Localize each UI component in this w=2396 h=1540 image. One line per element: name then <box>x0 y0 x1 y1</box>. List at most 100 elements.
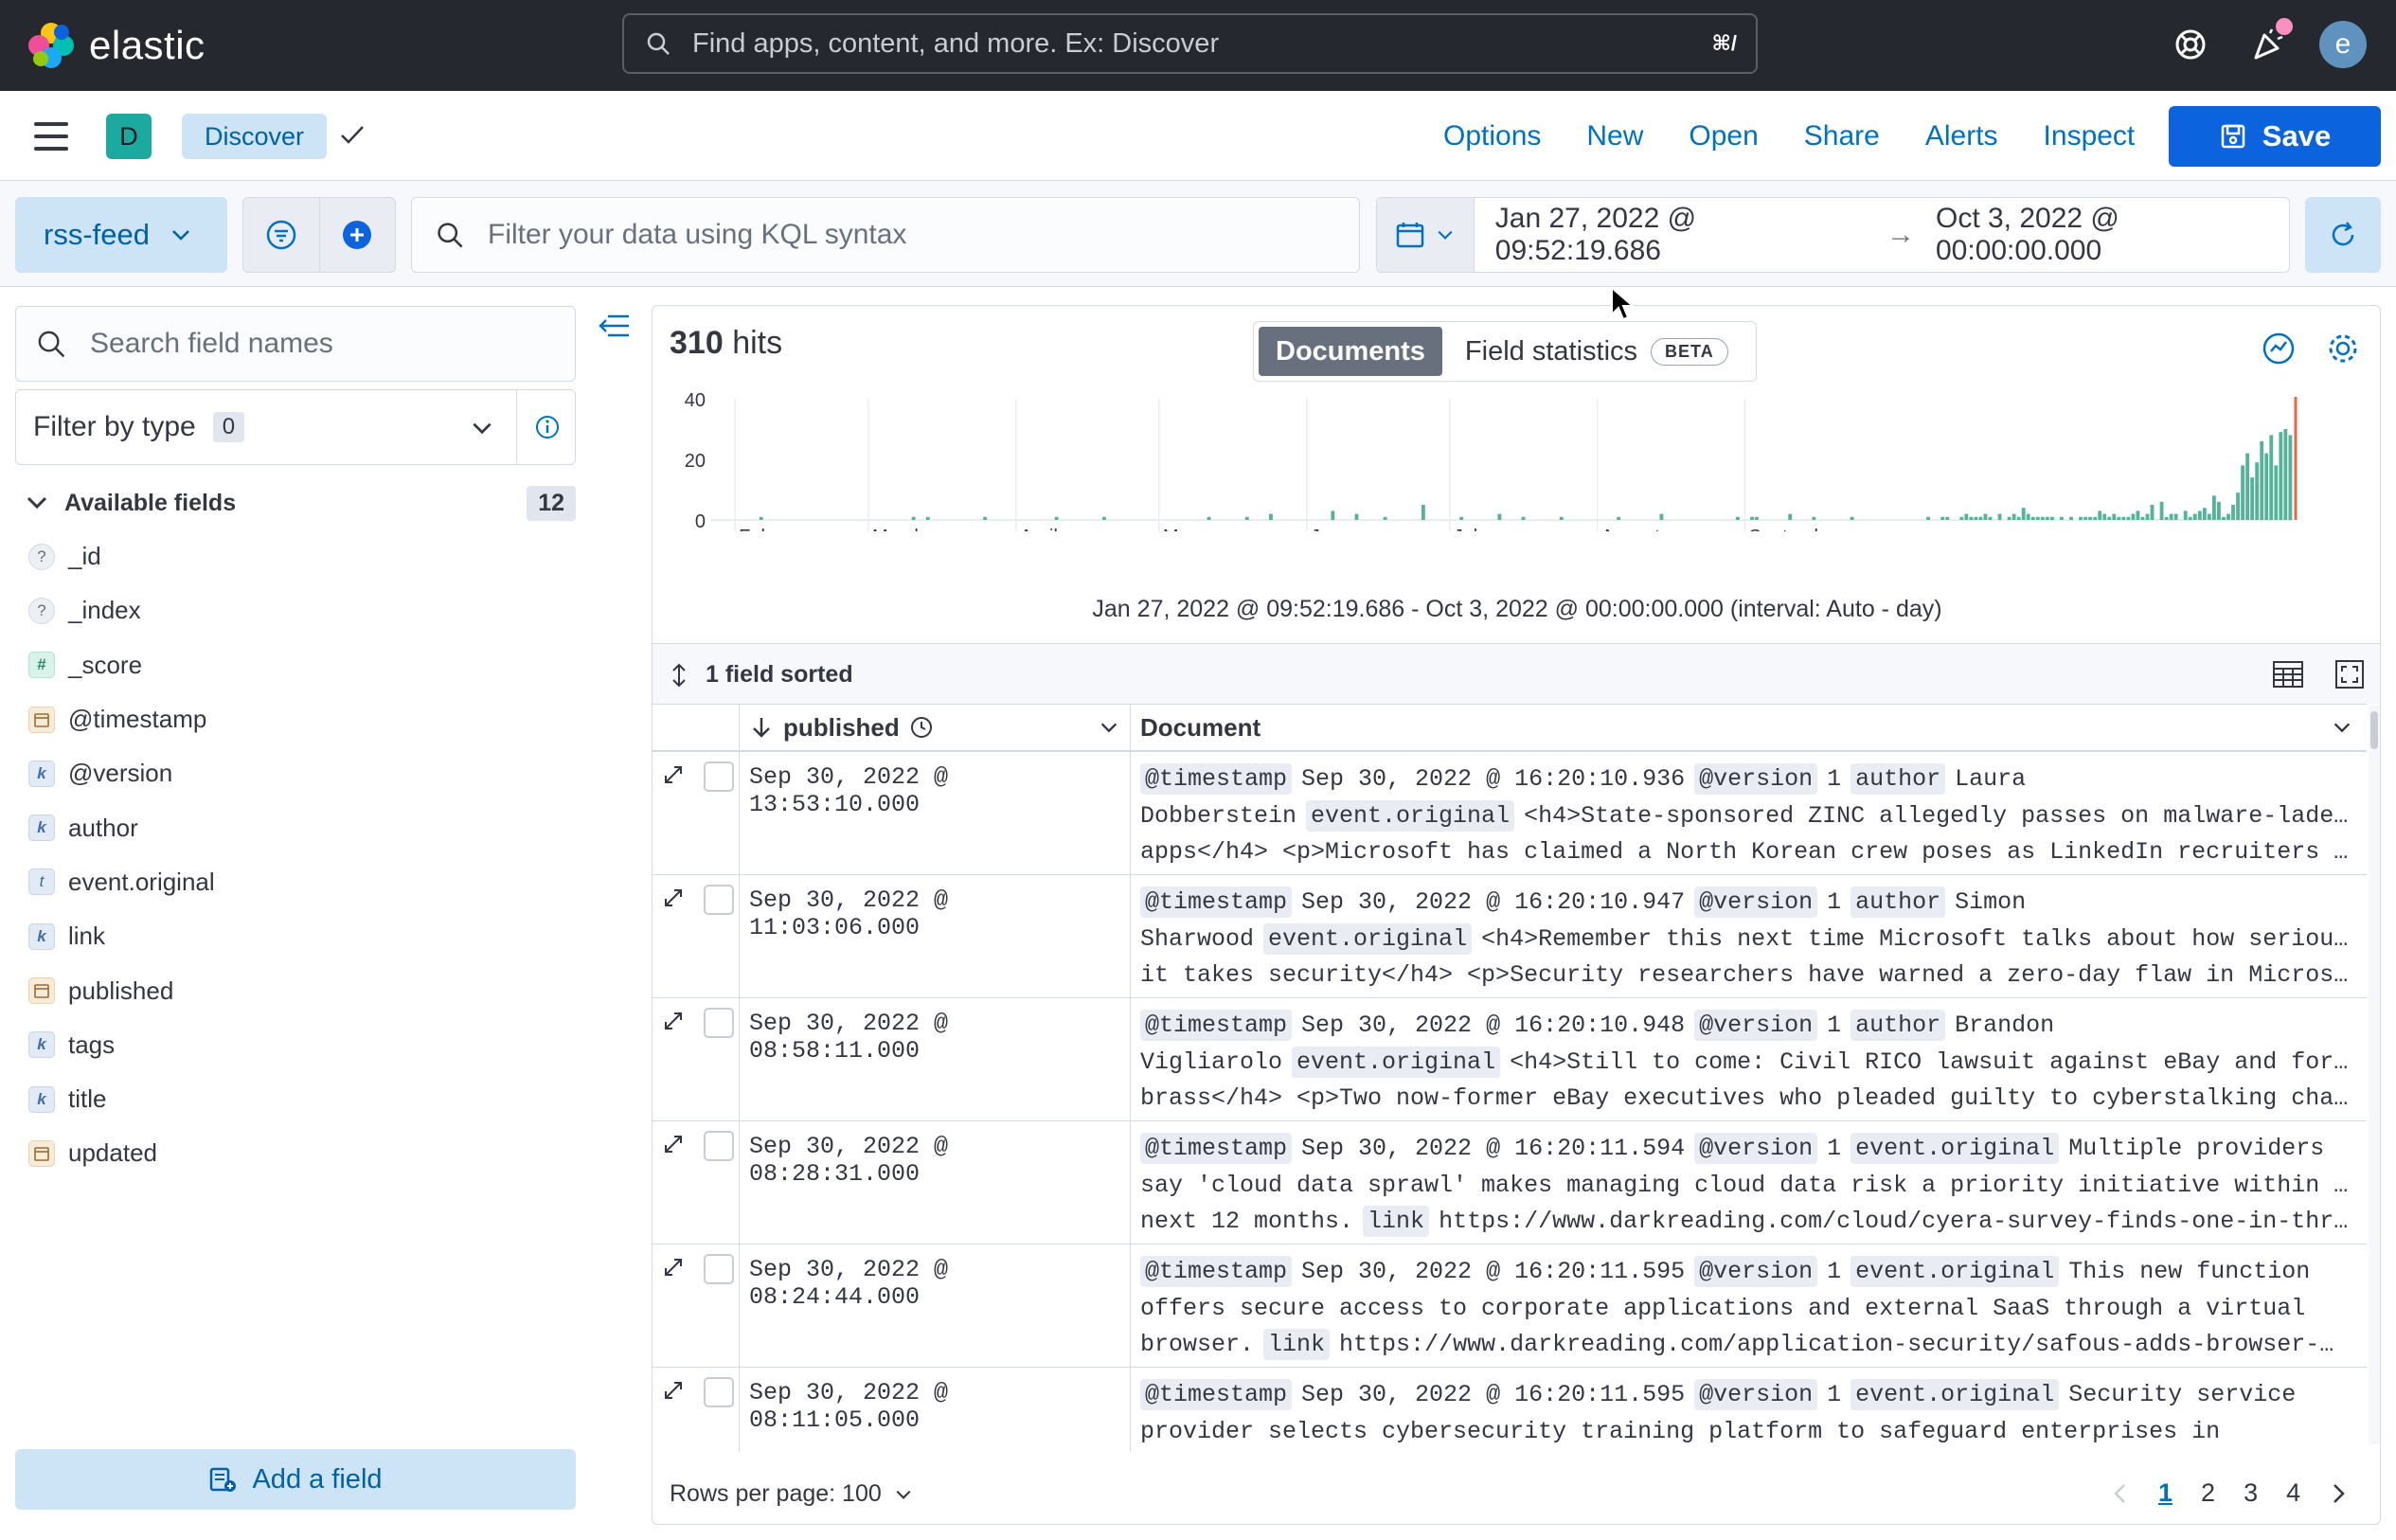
table-row[interactable]: Sep 30, 2022 @ 08:28:31.000 @timestamp Sep… <box>653 1121 2367 1245</box>
field-item[interactable]: @timestamp <box>28 692 559 746</box>
data-view-picker[interactable]: rss-feed <box>15 197 227 273</box>
row-controls <box>653 1245 740 1367</box>
field-item[interactable]: published <box>28 963 559 1017</box>
chevron-down-icon[interactable] <box>2331 716 2353 739</box>
field-item[interactable]: updated <box>28 1126 559 1180</box>
elastic-logo[interactable]: elastic <box>27 21 206 70</box>
breadcrumb-discover[interactable]: Discover <box>182 114 328 159</box>
field-item[interactable]: k tags <box>28 1018 559 1072</box>
grid-scrollbar[interactable] <box>2369 706 2380 1444</box>
tab-documents[interactable]: Documents <box>1259 327 1442 376</box>
document-field-value: Vigliarolo <box>1140 1048 1283 1076</box>
table-row[interactable]: Sep 30, 2022 @ 11:03:06.000 @timestamp Sep… <box>653 875 2367 998</box>
expand-icon[interactable] <box>662 1379 685 1402</box>
available-fields-toggle[interactable]: Available fields 12 <box>25 484 576 522</box>
filter-menu-button[interactable] <box>243 198 320 272</box>
chevron-right-icon[interactable] <box>2329 1481 2348 1506</box>
field-item[interactable]: t event.original <box>28 855 559 909</box>
expand-icon[interactable] <box>662 886 685 909</box>
column-header-document[interactable]: Document <box>1131 705 2367 750</box>
cell-published[interactable]: Sep 30, 2022 @ 08:11:05.000 <box>740 1368 1131 1452</box>
options-link[interactable]: Options <box>1443 114 1541 159</box>
column-header-published[interactable]: published <box>740 705 1131 750</box>
cell-document[interactable]: @timestamp Sep 30, 2022 @ 16:20:10.948 @ve… <box>1131 998 2367 1119</box>
document-field-key: @timestamp <box>1140 1133 1293 1164</box>
hits-histogram[interactable]: 40 20 0 February March April May June July August… <box>653 389 2381 531</box>
field-info-button[interactable] <box>516 390 577 464</box>
table-row[interactable]: Sep 30, 2022 @ 08:11:05.000 @timestamp Sep… <box>653 1368 2367 1452</box>
page-1[interactable]: 1 <box>2158 1478 2172 1508</box>
gear-icon[interactable] <box>2325 331 2361 367</box>
sort-icon[interactable] <box>668 663 690 688</box>
row-checkbox[interactable] <box>704 1008 734 1038</box>
page-4[interactable]: 4 <box>2286 1478 2300 1508</box>
histogram-bar <box>2121 516 2126 520</box>
share-link[interactable]: Share <box>1804 114 1880 159</box>
user-avatar[interactable]: e <box>2319 21 2367 68</box>
expand-icon[interactable] <box>662 1010 685 1032</box>
space-avatar[interactable]: D <box>106 114 152 159</box>
field-item[interactable]: k author <box>28 800 559 854</box>
grid-scrollbar-thumb[interactable] <box>2370 711 2378 749</box>
reset-zoom-icon[interactable] <box>2261 331 2297 367</box>
global-search-input[interactable]: Find apps, content, and more. Ex: Discov… <box>622 13 1758 74</box>
row-checkbox[interactable] <box>704 761 734 792</box>
date-start[interactable]: Jan 27, 2022 @ 09:52:19.686 <box>1495 203 1866 267</box>
cell-published[interactable]: Sep 30, 2022 @ 08:24:44.000 <box>740 1245 1131 1367</box>
sort-label[interactable]: 1 field sorted <box>706 661 853 689</box>
kql-query-input[interactable]: Filter your data using KQL syntax <box>411 197 1360 273</box>
row-checkbox[interactable] <box>704 1377 734 1407</box>
date-end[interactable]: Oct 3, 2022 @ 00:00:00.000 <box>1936 203 2289 267</box>
add-filter-button[interactable] <box>320 198 396 272</box>
page-2[interactable]: 2 <box>2201 1478 2215 1508</box>
field-search-input[interactable]: Search field names <box>15 306 576 382</box>
expand-icon[interactable] <box>662 1256 685 1279</box>
field-item[interactable]: ? _id <box>28 529 559 583</box>
add-field-button[interactable]: Add a field <box>15 1449 576 1510</box>
field-item[interactable]: # _score <box>28 638 559 692</box>
cell-published[interactable]: Sep 30, 2022 @ 11:03:06.000 <box>740 875 1131 997</box>
fullscreen-icon[interactable] <box>2334 659 2365 689</box>
row-checkbox[interactable] <box>704 1131 734 1161</box>
field-item[interactable]: k link <box>28 909 559 963</box>
cell-document[interactable]: @timestamp Sep 30, 2022 @ 16:20:11.595 @ve… <box>1131 1245 2367 1366</box>
rows-per-page-button[interactable]: Rows per page: 100 <box>670 1480 914 1508</box>
save-button[interactable]: Save <box>2169 106 2381 167</box>
refresh-button[interactable] <box>2305 197 2381 273</box>
collapse-sidebar-icon[interactable] <box>595 309 635 343</box>
table-row[interactable]: Sep 30, 2022 @ 13:53:10.000 @timestamp Sep… <box>653 752 2367 875</box>
cell-document[interactable]: @timestamp Sep 30, 2022 @ 16:20:11.595 @ve… <box>1131 1368 2367 1452</box>
chevron-down-icon[interactable] <box>1098 716 1120 739</box>
expand-icon[interactable] <box>662 1133 685 1155</box>
document-field-key: event.original <box>1851 1133 2060 1164</box>
quick-select-button[interactable] <box>1377 198 1475 272</box>
menu-toggle-button[interactable] <box>34 122 68 151</box>
field-item[interactable]: k title <box>28 1072 559 1126</box>
page-3[interactable]: 3 <box>2244 1478 2258 1508</box>
chevron-left-icon[interactable] <box>2111 1481 2130 1506</box>
table-row[interactable]: Sep 30, 2022 @ 08:24:44.000 @timestamp Sep… <box>653 1245 2367 1368</box>
cell-published[interactable]: Sep 30, 2022 @ 08:58:11.000 <box>740 998 1131 1120</box>
table-row[interactable]: Sep 30, 2022 @ 08:58:11.000 @timestamp Sep… <box>653 998 2367 1121</box>
help-button[interactable] <box>2167 21 2214 68</box>
row-checkbox[interactable] <box>704 1254 734 1284</box>
field-item[interactable]: k @version <box>28 746 559 800</box>
search-icon <box>438 223 463 248</box>
table-density-icon[interactable] <box>2272 659 2304 689</box>
open-link[interactable]: Open <box>1689 114 1758 159</box>
expand-icon[interactable] <box>662 763 685 786</box>
new-link[interactable]: New <box>1586 114 1643 159</box>
cell-published[interactable]: Sep 30, 2022 @ 08:28:31.000 <box>740 1121 1131 1244</box>
tab-field-statistics[interactable]: Field statistics <box>1465 336 1637 367</box>
alerts-link[interactable]: Alerts <box>1925 114 1998 159</box>
cell-published[interactable]: Sep 30, 2022 @ 13:53:10.000 <box>740 752 1131 874</box>
row-checkbox[interactable] <box>704 885 734 915</box>
histogram-bar <box>2049 516 2054 520</box>
cell-document[interactable]: @timestamp Sep 30, 2022 @ 16:20:10.936 @ve… <box>1131 752 2367 873</box>
field-item[interactable]: ? _index <box>28 583 559 637</box>
cell-document[interactable]: @timestamp Sep 30, 2022 @ 16:20:10.947 @ve… <box>1131 875 2367 996</box>
filter-by-type-button[interactable]: Filter by type 0 <box>15 389 576 465</box>
document-field-value: Simon <box>1955 888 2027 916</box>
cell-document[interactable]: @timestamp Sep 30, 2022 @ 16:20:11.594 @ve… <box>1131 1121 2367 1243</box>
inspect-link[interactable]: Inspect <box>2044 114 2136 159</box>
